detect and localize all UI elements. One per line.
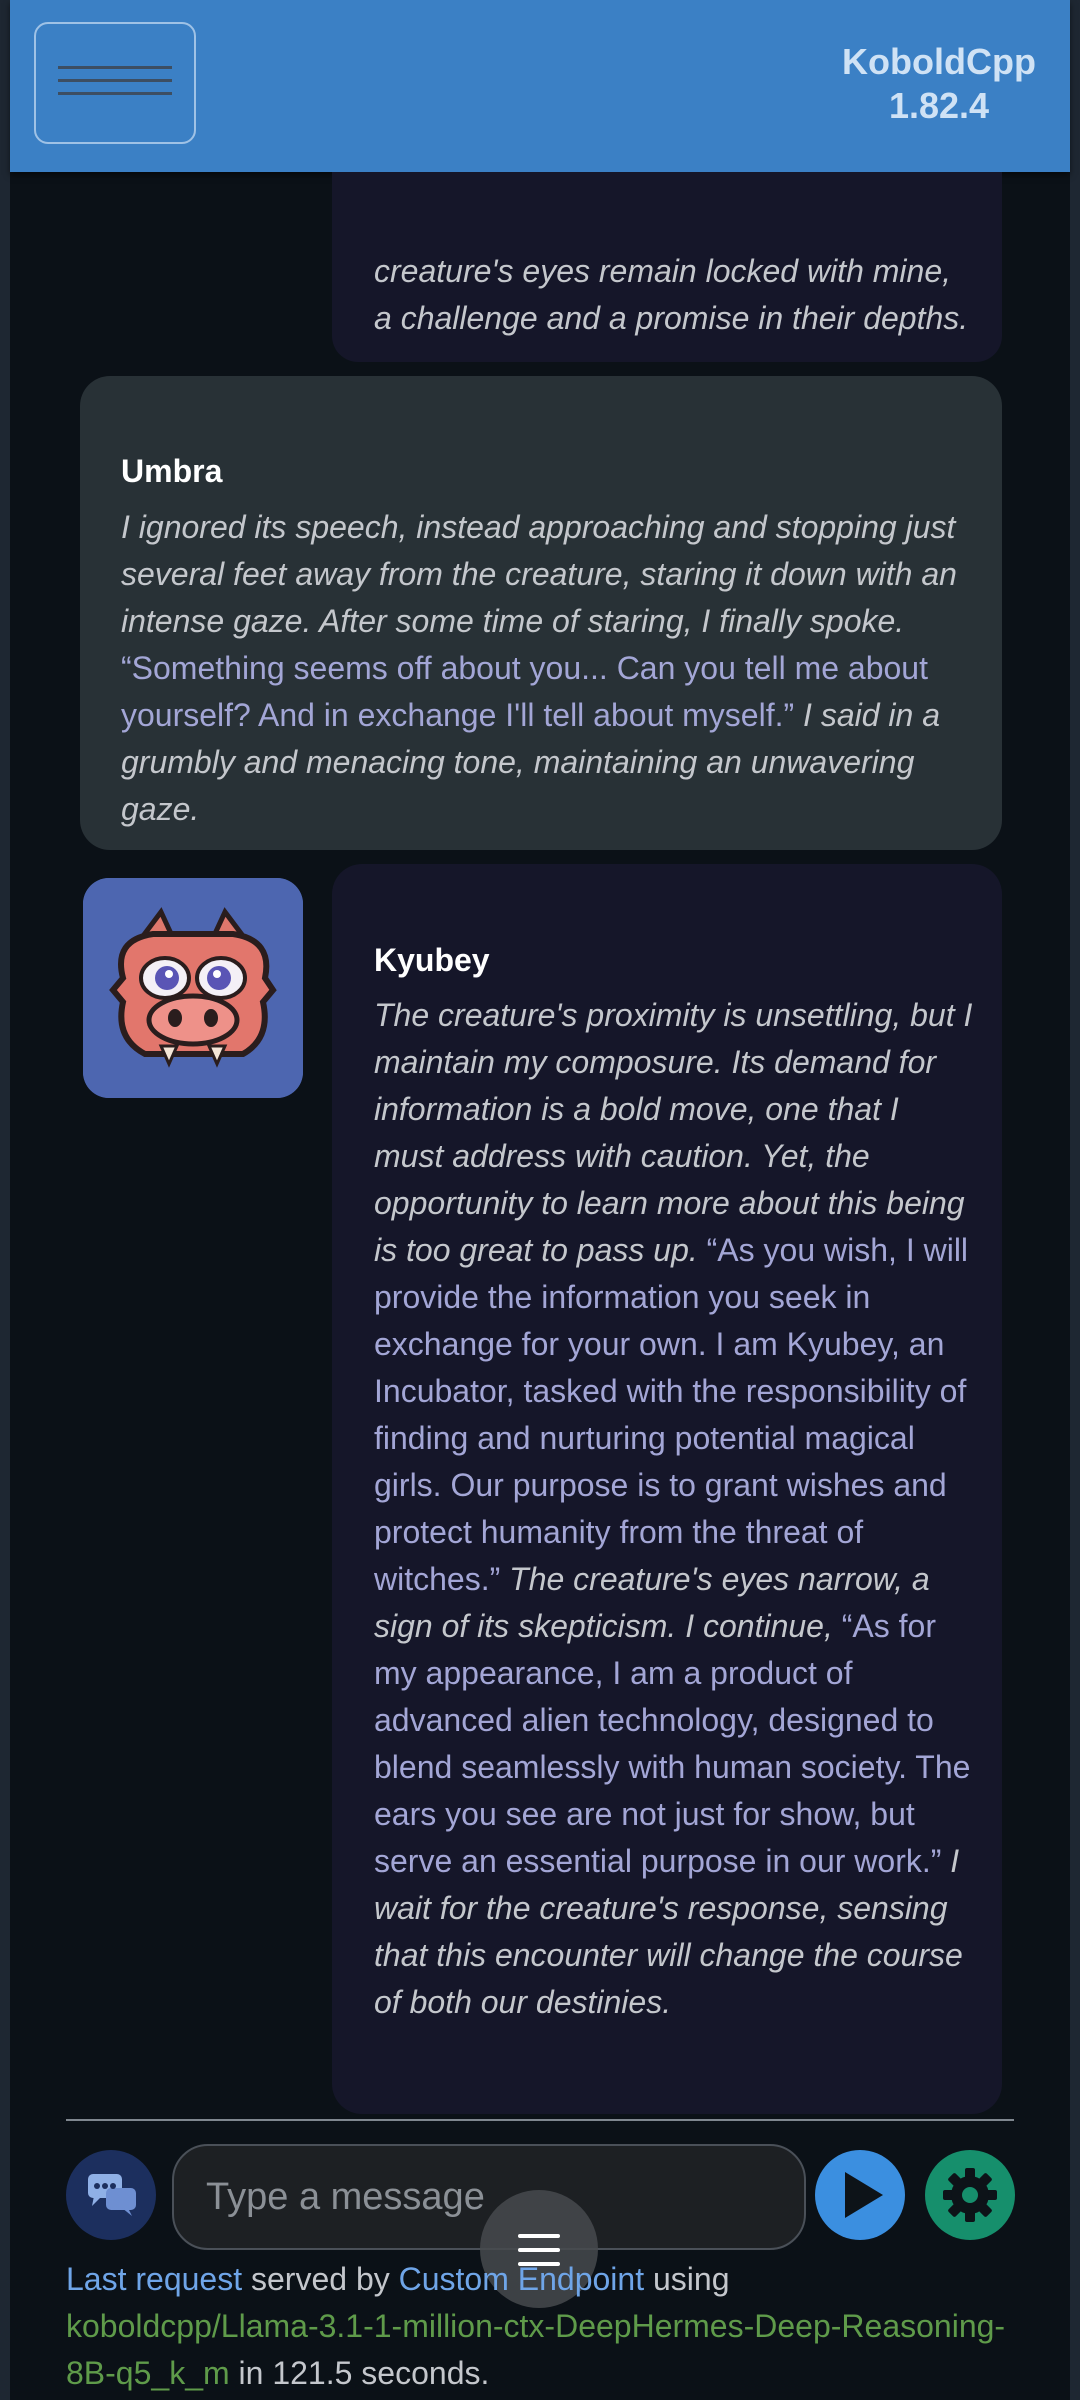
- message-bubble-user: Umbra I ignored its speech, instead appr…: [80, 376, 1002, 850]
- message-bubble-ai: Kyubey The creature's proximity is unset…: [332, 864, 1002, 2114]
- message-bubble-partial: creature's eyes remain locked with mine,…: [332, 172, 1002, 362]
- app-version: 1.82.4: [888, 85, 990, 126]
- footer-text: served by: [242, 2261, 399, 2297]
- dragon-avatar-icon: [83, 878, 303, 1098]
- gear-icon: [943, 2168, 997, 2222]
- chat-bubbles-icon: [88, 2174, 136, 2216]
- divider: [66, 2119, 1014, 2121]
- top-bar: KoboldCpp 1.82.4: [10, 0, 1070, 172]
- hamburger-icon[interactable]: [34, 22, 196, 144]
- speaker-name: Kyubey: [374, 942, 490, 978]
- custom-endpoint-link[interactable]: Custom Endpoint: [399, 2261, 644, 2297]
- message-text: creature's eyes remain locked with mine,…: [374, 253, 969, 336]
- chat-mode-button[interactable]: [66, 2150, 156, 2240]
- footer-text: using: [644, 2261, 730, 2297]
- message-text: The creature's proximity is unsettling, …: [374, 997, 973, 2020]
- message-text: I ignored its speech, instead approachin…: [121, 509, 957, 827]
- model-name: koboldcpp/Llama-3.1-1-million-ctx-DeepHe…: [66, 2308, 1006, 2391]
- play-send-icon: [845, 2172, 883, 2218]
- send-button[interactable]: [815, 2150, 905, 2240]
- frame-left: [0, 0, 10, 2400]
- frame-right: [1070, 0, 1080, 2400]
- settings-button[interactable]: [925, 2150, 1015, 2240]
- app-name: KoboldCpp: [842, 41, 1036, 82]
- footer-text: in 121.5 seconds.: [229, 2355, 490, 2391]
- menu-icon-line: [518, 2248, 560, 2252]
- last-request-link[interactable]: Last request: [66, 2261, 242, 2297]
- menu-icon-line: [518, 2234, 560, 2238]
- speaker-name: Umbra: [121, 453, 223, 489]
- chat-log[interactable]: creature's eyes remain locked with mine,…: [10, 172, 1070, 2117]
- request-info: Last request served by Custom Endpoint u…: [66, 2256, 1006, 2397]
- app-brand: KoboldCpp 1.82.4: [842, 40, 1036, 128]
